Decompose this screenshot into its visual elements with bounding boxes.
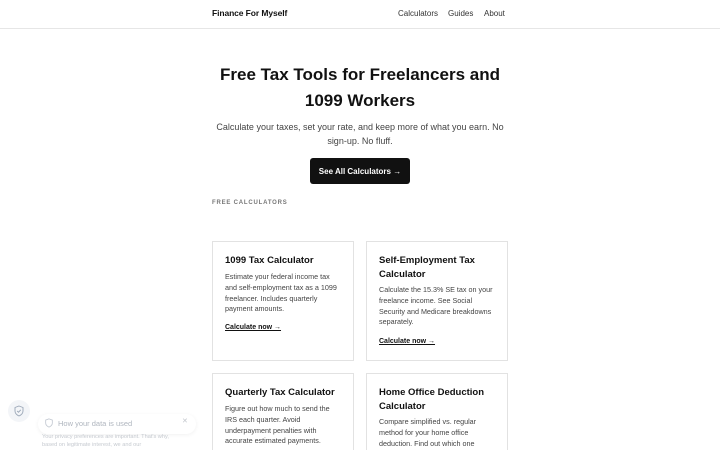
nav-link-calculators[interactable]: Calculators: [398, 9, 438, 18]
site-logo[interactable]: Finance For Myself: [212, 8, 287, 18]
top-navbar: Finance For Myself Calculators Guides Ab…: [0, 0, 720, 29]
see-all-calculators-button[interactable]: See All Calculators →: [310, 158, 410, 184]
privacy-shield-button[interactable]: [8, 400, 30, 422]
calculator-card-self-employment[interactable]: Self-Employment Tax Calculator Calculate…: [366, 241, 508, 361]
nav-link-guides[interactable]: Guides: [448, 9, 473, 18]
card-description: Calculate the 15.3% SE tax on your freel…: [379, 285, 493, 327]
calculator-card-1099[interactable]: 1099 Tax Calculator Estimate your federa…: [212, 241, 354, 361]
calculate-now-link[interactable]: Calculate now →: [225, 324, 281, 331]
card-description: Compare simplified vs. regular method fo…: [379, 417, 477, 450]
close-icon[interactable]: ✕: [182, 417, 188, 425]
consent-text: Your privacy preferences are important. …: [42, 434, 169, 448]
calculate-now-link[interactable]: Calculate now →: [379, 338, 435, 345]
section-label-free-calculators: FREE CALCULATORS: [212, 200, 288, 206]
card-title: 1099 Tax Calculator: [225, 255, 314, 266]
calculator-card-quarterly[interactable]: Quarterly Tax Calculator Figure out how …: [212, 373, 354, 450]
calculator-card-home-office[interactable]: Home Office Deduction Calculator Compare…: [366, 373, 508, 450]
card-description: Figure out how much to send the IRS each…: [225, 404, 330, 446]
card-description: Estimate your federal income tax and sel…: [225, 272, 337, 314]
card-title: Quarterly Tax Calculator: [225, 387, 335, 398]
consent-title: How your data is used: [58, 419, 133, 428]
card-title: Home Office Deduction Calculator: [379, 387, 485, 412]
shield-icon: [14, 405, 24, 417]
card-title: Self-Employment Tax Calculator: [379, 255, 475, 280]
shield-icon: [45, 418, 53, 428]
nav-link-about[interactable]: About: [484, 9, 505, 18]
hero-title: Free Tax Tools for Freelancers and 1099 …: [220, 65, 500, 110]
hero-subtitle: Calculate your taxes, set your rate, and…: [216, 122, 504, 146]
